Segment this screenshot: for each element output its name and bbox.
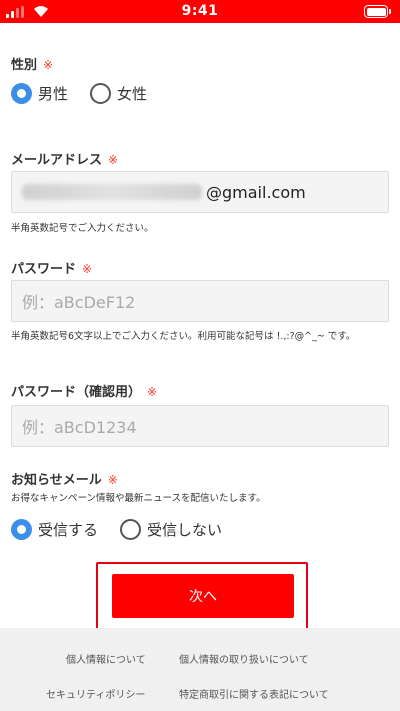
gender-female-label: 女性: [117, 85, 148, 103]
email-hint: 半角英数記号でご入力ください。: [11, 223, 154, 234]
battery-icon: [364, 5, 391, 18]
required-mark: ※: [107, 473, 118, 487]
radio-unchecked-icon[interactable]: [90, 83, 112, 104]
password-hint: 半角英数記号6文字以上でご入力ください。利用可能な記号は !.,:?@^_~ で…: [11, 331, 356, 342]
newsletter-label: お知らせメール ※: [11, 473, 118, 488]
password-confirm-label: パスワード（確認用） ※: [11, 385, 158, 400]
password-confirm-field[interactable]: 例：aBcD1234: [11, 405, 389, 447]
footer-link-privacy[interactable]: 個人情報について: [66, 651, 146, 666]
password-placeholder: 例：aBcDeF12: [22, 293, 136, 312]
radio-checked-icon[interactable]: [11, 519, 32, 540]
gender-male-option[interactable]: 男性: [11, 83, 68, 104]
password-label: パスワード ※: [11, 262, 93, 277]
required-mark: ※: [82, 262, 93, 276]
email-field[interactable]: @gmail.com: [11, 171, 389, 213]
password-field[interactable]: 例：aBcDeF12: [11, 280, 389, 322]
required-mark: ※: [147, 385, 158, 399]
status-time: 9:41: [181, 3, 219, 19]
footer: 個人情報について 個人情報の取り扱いについて セキュリティポリシー 特定商取引に…: [0, 628, 400, 711]
status-bar: 9:41: [0, 0, 400, 23]
password-confirm-placeholder: 例：aBcD1234: [22, 418, 137, 437]
next-button-highlight: 次へ: [96, 562, 308, 630]
newsletter-unsubscribe-label: 受信しない: [147, 521, 223, 539]
newsletter-subscribe-option[interactable]: 受信する: [11, 519, 98, 540]
required-mark: ※: [43, 58, 54, 72]
newsletter-subscribe-label: 受信する: [38, 521, 99, 539]
email-local-part-redacted: [22, 184, 202, 200]
gender-radio-group: 男性 女性: [11, 83, 169, 104]
newsletter-description: お得なキャンペーン情報や最新ニュースを配信いたします。: [11, 493, 266, 504]
email-label: メールアドレス ※: [11, 153, 119, 168]
newsletter-unsubscribe-option[interactable]: 受信しない: [120, 519, 222, 540]
gender-label: 性別 ※: [11, 58, 54, 73]
footer-link-commercial-law[interactable]: 特定商取引に関する表記について: [179, 686, 329, 701]
newsletter-radio-group: 受信する 受信しない: [11, 519, 244, 540]
next-button[interactable]: 次へ: [112, 574, 294, 618]
footer-link-privacy-handling[interactable]: 個人情報の取り扱いについて: [179, 651, 309, 666]
email-domain-text: @gmail.com: [206, 182, 306, 202]
radio-unchecked-icon[interactable]: [120, 519, 142, 540]
required-mark: ※: [108, 153, 119, 167]
footer-link-security-policy[interactable]: セキュリティポリシー: [46, 686, 145, 701]
gender-male-label: 男性: [38, 85, 69, 103]
radio-checked-icon[interactable]: [11, 83, 32, 104]
gender-female-option[interactable]: 女性: [90, 83, 147, 104]
